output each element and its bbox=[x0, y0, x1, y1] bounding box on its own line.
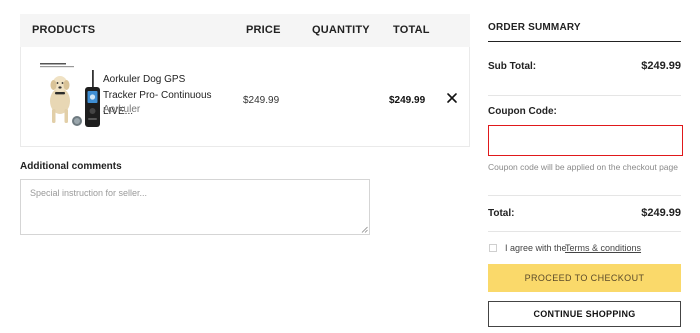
additional-comments-label: Additional comments bbox=[20, 161, 122, 172]
coupon-code-input[interactable] bbox=[488, 125, 683, 156]
summary-divider bbox=[488, 231, 681, 232]
summary-divider bbox=[488, 95, 681, 96]
coupon-note: Coupon code will be applied on the check… bbox=[488, 162, 678, 172]
close-icon bbox=[447, 93, 457, 103]
terms-agree-checkbox[interactable] bbox=[489, 244, 497, 252]
total-value: $249.99 bbox=[641, 207, 681, 219]
remove-item-button[interactable] bbox=[445, 91, 459, 105]
price-column-header: PRICE bbox=[246, 24, 281, 36]
proceed-to-checkout-button[interactable]: PROCEED TO CHECKOUT bbox=[488, 264, 681, 292]
continue-shopping-button[interactable]: CONTINUE SHOPPING bbox=[488, 301, 681, 327]
product-thumbnail-graphic bbox=[32, 57, 110, 135]
total-label: Total: bbox=[488, 208, 515, 219]
product-vendor: Aorkuler bbox=[103, 104, 141, 115]
coupon-code-label: Coupon Code: bbox=[488, 106, 557, 117]
order-summary-title: ORDER SUMMARY bbox=[488, 22, 581, 33]
additional-comments-input[interactable] bbox=[20, 179, 370, 235]
summary-divider bbox=[488, 195, 681, 196]
subtotal-label: Sub Total: bbox=[488, 61, 537, 72]
summary-divider bbox=[488, 41, 681, 42]
total-column-header: TOTAL bbox=[393, 24, 430, 36]
terms-agree-label: I agree with the bbox=[505, 243, 567, 253]
dog-gps-tracker-product-image[interactable] bbox=[32, 57, 110, 135]
cart-item-row: Aorkuler Dog GPS Tracker Pro- Continuous… bbox=[20, 47, 470, 147]
quantity-column-header: QUANTITY bbox=[312, 24, 370, 36]
products-column-header: PRODUCTS bbox=[32, 24, 96, 36]
terms-conditions-link[interactable]: Terms & conditions bbox=[565, 243, 641, 253]
cart-table-header: PRODUCTS PRICE QUANTITY TOTAL bbox=[20, 14, 470, 47]
item-total: $249.99 bbox=[389, 95, 426, 106]
item-price: $249.99 bbox=[243, 95, 280, 106]
subtotal-value: $249.99 bbox=[641, 60, 681, 72]
resize-handle-icon[interactable] bbox=[361, 226, 368, 233]
